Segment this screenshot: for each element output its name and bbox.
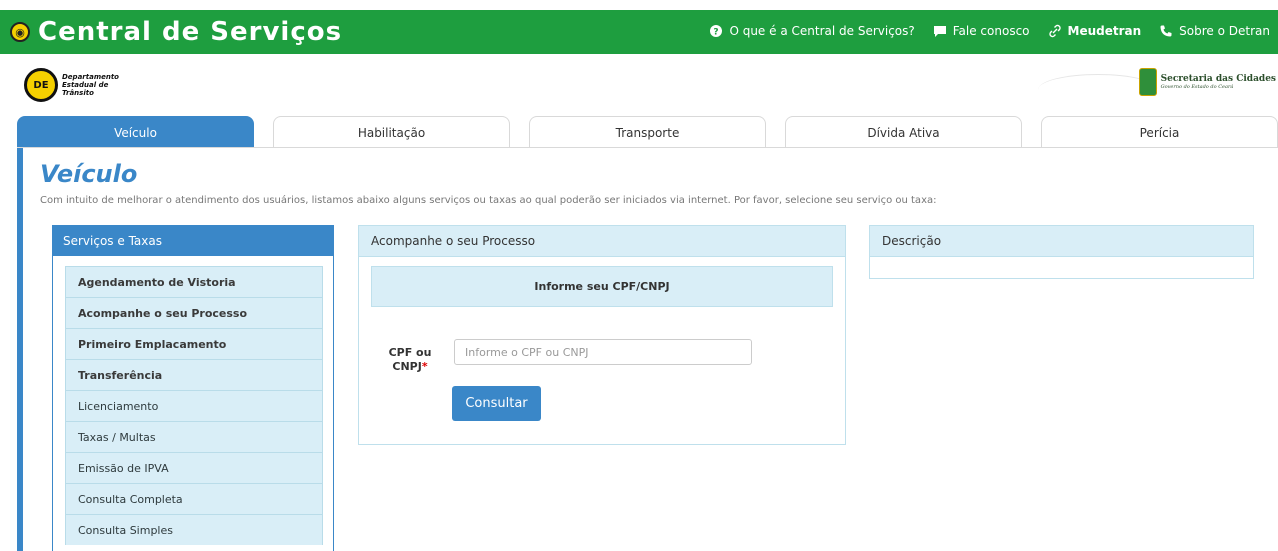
service-transferencia[interactable]: Transferência: [65, 359, 323, 390]
consultar-button[interactable]: Consultar: [452, 386, 541, 421]
service-acompanhe-processo[interactable]: Acompanhe o seu Processo: [65, 297, 323, 328]
detran-line3: Trânsito: [62, 89, 94, 97]
topnav-about-central[interactable]: ? O que é a Central de Serviços?: [709, 24, 915, 38]
tab-habilitacao[interactable]: Habilitação: [273, 116, 510, 148]
secretaria-line1: Secretaria das Cidades: [1160, 74, 1276, 84]
link-icon: [1048, 24, 1062, 38]
tab-pericia[interactable]: Perícia: [1041, 116, 1278, 148]
tab-veiculo[interactable]: Veículo: [17, 116, 254, 148]
description-panel: Descrição: [869, 225, 1254, 279]
detran-line2: Estadual de: [62, 81, 109, 89]
chat-bubble-icon: [933, 24, 947, 38]
topnav-label: Meudetran: [1067, 24, 1142, 38]
tab-divida-ativa[interactable]: Dívida Ativa: [785, 116, 1022, 148]
cpf-cnpj-label: CPF ou CNPJ*: [387, 346, 433, 374]
topnav-label: Fale conosco: [952, 24, 1030, 38]
detran-logo-icon: ◉: [10, 22, 30, 42]
service-consulta-simples[interactable]: Consulta Simples: [65, 514, 323, 545]
service-primeiro-emplacamento[interactable]: Primeiro Emplacamento: [65, 328, 323, 359]
secretaria-logo-text: Secretaria das Cidades Governo do Estado…: [1161, 74, 1276, 90]
page-intro: Com intuito de melhorar o atendimento do…: [40, 195, 937, 206]
top-nav: ? O que é a Central de Serviços? Fale co…: [709, 24, 1270, 38]
top-strip: [0, 0, 1278, 10]
services-panel-header: Serviços e Taxas: [53, 226, 333, 256]
cpf-label-line2: CNPJ: [392, 360, 422, 373]
services-panel: Serviços e Taxas Agendamento de Vistoria…: [52, 225, 334, 551]
question-circle-icon: ?: [709, 24, 723, 38]
logo-bar: DE Departamento Estadual de Trânsito Sec…: [0, 54, 1278, 116]
topnav-label: Sobre o Detran: [1179, 24, 1270, 38]
cpf-label-line1: CPF ou: [388, 346, 432, 359]
secretaria-logo: Secretaria das Cidades Governo do Estado…: [1138, 68, 1276, 96]
cpf-cnpj-input[interactable]: [454, 339, 752, 365]
service-taxas-multas[interactable]: Taxas / Multas: [65, 421, 323, 452]
service-consulta-completa[interactable]: Consulta Completa: [65, 483, 323, 514]
svg-text:?: ?: [714, 28, 719, 38]
phone-icon: [1159, 24, 1173, 38]
topnav-about-detran[interactable]: Sobre o Detran: [1159, 24, 1270, 38]
secretaria-line2: Governo do Estado do Ceará: [1160, 84, 1234, 90]
category-tabs: Veículo Habilitação Transporte Dívida At…: [17, 116, 1278, 148]
service-emissao-ipva[interactable]: Emissão de IPVA: [65, 452, 323, 483]
required-marker: *: [421, 360, 428, 373]
description-panel-header: Descrição: [870, 226, 1253, 257]
ceara-coat-of-arms-icon: [1138, 68, 1157, 96]
topnav-contact[interactable]: Fale conosco: [933, 24, 1030, 38]
detran-logo-text: Departamento Estadual de Trânsito: [62, 73, 119, 97]
tab-transporte[interactable]: Transporte: [529, 116, 766, 148]
topnav-label: O que é a Central de Serviços?: [729, 24, 915, 38]
content-left-accent: [17, 148, 23, 551]
top-bar: ◉ Central de Serviços ? O que é a Centra…: [0, 10, 1278, 54]
brand-title: Central de Serviços: [38, 17, 343, 47]
service-licenciamento[interactable]: Licenciamento: [65, 390, 323, 421]
detran-emblem-icon: DE: [24, 68, 58, 102]
topnav-meudetran[interactable]: Meudetran: [1048, 24, 1142, 38]
brand[interactable]: ◉ Central de Serviços: [10, 16, 342, 48]
tab-divider: [17, 147, 1278, 148]
service-agendamento-vistoria[interactable]: Agendamento de Vistoria: [65, 266, 323, 297]
detran-logo: DE Departamento Estadual de Trânsito: [24, 68, 119, 102]
cpf-label-line2-wrap: CNPJ*: [387, 360, 433, 374]
page-title: Veículo: [40, 160, 138, 188]
services-list: Agendamento de Vistoria Acompanhe o seu …: [65, 266, 323, 545]
process-panel-header: Acompanhe o seu Processo: [359, 226, 845, 257]
detran-line1: Departamento: [62, 73, 119, 81]
inform-cpf-banner: Informe seu CPF/CNPJ: [371, 266, 833, 307]
process-panel: Acompanhe o seu Processo Informe seu CPF…: [358, 225, 846, 445]
